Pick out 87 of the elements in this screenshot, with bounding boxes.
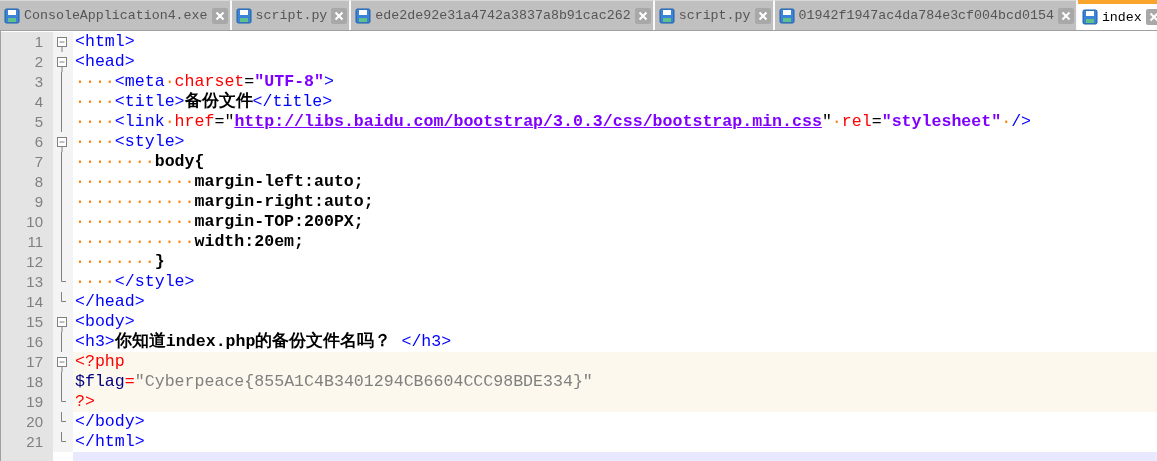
whitespace-dots: ············: [75, 232, 195, 252]
line-number: 8: [1, 172, 53, 192]
tag-text: </h3>: [400, 332, 452, 352]
tag-text: </body>: [75, 412, 145, 432]
file-tab[interactable]: script.py: [654, 0, 775, 30]
tag-text: <title>: [114, 92, 185, 112]
whitespace-dots: ····: [75, 272, 115, 292]
close-icon[interactable]: [754, 7, 771, 24]
line-number: 3: [1, 72, 53, 92]
url-link[interactable]: http://libs.baidu.com/bootstrap/3.0.3/css/bootstrap.min.css: [234, 112, 822, 132]
tag-text: <body>: [75, 312, 135, 332]
close-icon[interactable]: [634, 7, 651, 24]
php-tag: <?php: [75, 352, 125, 372]
close-icon[interactable]: [1057, 7, 1074, 24]
file-tab[interactable]: ede2de92e31a4742a3837a8b91cac262: [351, 0, 655, 30]
close-icon[interactable]: [1145, 9, 1157, 25]
line-number: 6: [1, 132, 53, 152]
tag-text: <meta: [114, 72, 165, 92]
tag-text: <head>: [75, 52, 135, 72]
line-number: 9: [1, 192, 53, 212]
whitespace-dots: ········: [75, 152, 155, 172]
file-tab[interactable]: index: [1077, 0, 1157, 30]
tag-text: <h3>: [75, 332, 115, 352]
whitespace-dots: ·: [831, 112, 842, 132]
php-string: "Cyberpeace{855A1C4B3401294CB6604CCC98BDE334}": [134, 372, 593, 392]
php-variable: $flag: [75, 372, 125, 392]
code-text: }: [154, 252, 165, 272]
whitespace-dots: ····: [75, 72, 115, 92]
tag-text: </head>: [75, 292, 145, 312]
whitespace-dots: ········: [75, 252, 155, 272]
attribute-name: charset: [174, 72, 245, 91]
code-text: width:20em;: [194, 232, 305, 252]
tag-text: />: [1011, 112, 1032, 132]
code-text: 备份文件: [184, 92, 253, 112]
line-number: 19: [1, 392, 53, 412]
whitespace-dots: ·: [1001, 112, 1012, 132]
line-number: 18: [1, 372, 53, 392]
line-number: 5: [1, 112, 53, 132]
file-tab[interactable]: 01942f1947ac4da784e3cf004bcd0154: [774, 0, 1078, 30]
line-number: 12: [1, 252, 53, 272]
close-icon[interactable]: [331, 7, 348, 24]
attribute-value: "UTF-8": [254, 72, 324, 92]
tag-text: >: [324, 72, 334, 92]
line-number: 14: [1, 292, 53, 312]
line-number: 16: [1, 332, 53, 352]
file-tab[interactable]: script.py: [231, 0, 352, 30]
php-operator: =: [124, 372, 135, 392]
code-text: 你知道index.php的备份文件名吗？: [114, 332, 392, 352]
whitespace-dots: ·: [164, 72, 175, 92]
line-number: 21: [1, 432, 53, 452]
code-punctuation: ": [821, 112, 832, 132]
line-number: 17: [1, 352, 53, 372]
line-number: 2: [1, 52, 53, 72]
code-punctuation: =": [214, 112, 235, 132]
line-number: 7: [1, 152, 53, 172]
php-tag: ?>: [75, 392, 95, 412]
line-number: 13: [1, 272, 53, 292]
code-text: margin-TOP:200PX;: [194, 212, 364, 232]
whitespace-dots: ·: [164, 112, 175, 132]
whitespace-dots: ············: [75, 172, 195, 192]
code-punctuation: =: [244, 72, 255, 92]
attribute-value: "stylesheet": [881, 112, 1002, 132]
attribute-name: rel: [841, 112, 872, 132]
tag-text: </title>: [252, 92, 333, 112]
code-punctuation: =: [871, 112, 882, 132]
tag-text: </html>: [75, 432, 145, 452]
tag-text: <html>: [75, 32, 135, 52]
close-icon[interactable]: [211, 7, 228, 24]
code-text: margin-right:auto;: [194, 192, 374, 212]
tag-text: <style>: [114, 132, 185, 152]
attribute-name: href: [174, 112, 215, 132]
whitespace-dots: ············: [75, 192, 195, 212]
code-text: body{: [154, 152, 205, 172]
code-text: margin-left:auto;: [194, 172, 364, 192]
whitespace-dots: ············: [75, 212, 195, 232]
whitespace-dots: ····: [75, 112, 115, 132]
whitespace-dots: ····: [75, 132, 115, 152]
file-tab[interactable]: ConsoleApplication4.exe: [0, 0, 232, 30]
line-number: 15: [1, 312, 53, 332]
line-number: 4: [1, 92, 53, 112]
line-number: 10: [1, 212, 53, 232]
tag-text: </style>: [114, 272, 195, 292]
whitespace-dots: ····: [75, 92, 115, 112]
line-number: 11: [1, 232, 53, 252]
tag-text: <link: [114, 112, 165, 132]
line-number: 1: [1, 32, 53, 52]
line-number: 20: [1, 412, 53, 432]
